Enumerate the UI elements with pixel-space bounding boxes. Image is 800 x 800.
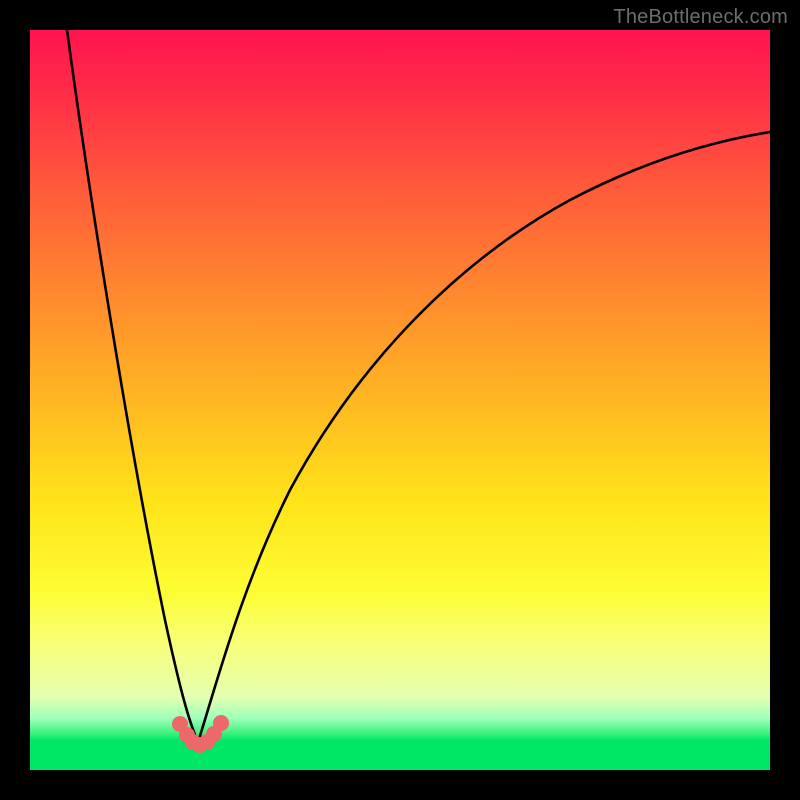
watermark-text: TheBottleneck.com bbox=[613, 6, 788, 29]
right-branch-curve bbox=[198, 132, 770, 742]
plot-area bbox=[30, 30, 770, 770]
chart-svg bbox=[30, 30, 770, 770]
left-branch-curve bbox=[67, 30, 198, 742]
